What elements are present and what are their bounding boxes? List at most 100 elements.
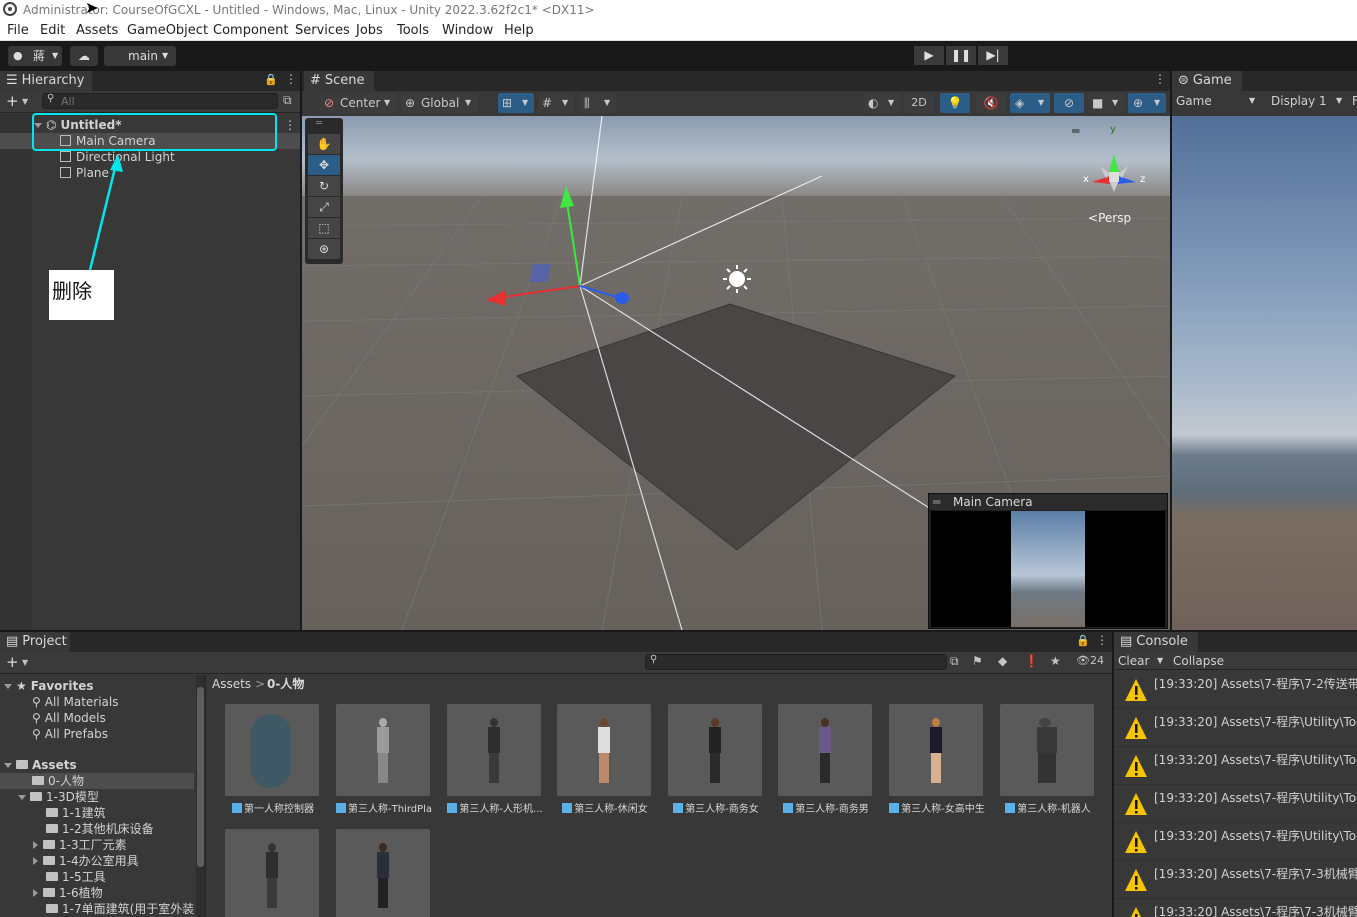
lighting-toggle[interactable]: 💡 xyxy=(940,93,970,113)
cloud-button[interactable]: ☁ xyxy=(70,46,98,66)
camera-dropdown[interactable]: ■ ▼ xyxy=(1088,93,1124,113)
tree-folder-item[interactable]: 1-3工厂元素 xyxy=(33,837,127,853)
asset-item[interactable]: 第三人称-休闲女 xyxy=(557,704,653,815)
free-aspect-dropdown[interactable]: F xyxy=(1352,91,1357,111)
audio-toggle[interactable]: 🔇 xyxy=(976,93,1006,113)
account-dropdown[interactable]: ● 蔣 ▼ xyxy=(8,46,62,66)
project-search[interactable]: ⚲ xyxy=(645,654,947,670)
console-message[interactable]: [19:33:20] Assets\7-程序\Utility\Too xyxy=(1114,747,1357,785)
scrollbar-thumb[interactable] xyxy=(197,687,204,867)
collapsed-arrow-icon[interactable] xyxy=(33,841,38,849)
tree-folder-item[interactable]: 1-2其他机床设备 xyxy=(46,821,154,837)
chevron-down-icon[interactable]: ▼ xyxy=(1336,91,1342,111)
pivot-dropdown[interactable]: ⊘ Center ▼ xyxy=(320,93,396,113)
chevron-down-icon[interactable]: ▼ xyxy=(1157,652,1163,670)
favorite-item[interactable]: ⚲ All Models xyxy=(32,710,106,726)
hidden-objects-toggle[interactable]: ⊘ xyxy=(1054,93,1084,113)
tree-folder-item[interactable]: 1-5工具 xyxy=(46,869,106,885)
more-options-icon[interactable]: ⋮ xyxy=(1096,633,1108,647)
hierarchy-search-input[interactable] xyxy=(61,94,271,108)
tree-folder-item[interactable]: 0-人物 xyxy=(0,773,194,789)
chevron-down-icon[interactable]: ▼ xyxy=(22,97,28,106)
expand-arrow-icon[interactable] xyxy=(18,795,26,800)
step-button[interactable]: ▶| xyxy=(978,46,1008,65)
pause-button[interactable]: ❚❚ xyxy=(946,46,976,65)
branch-dropdown[interactable]: main ▼ xyxy=(104,46,176,66)
menu-services[interactable]: Services xyxy=(295,23,350,38)
add-icon[interactable]: + xyxy=(6,92,19,110)
hidden-count[interactable]: 👁24 xyxy=(1076,654,1104,667)
menu-assets[interactable]: Assets xyxy=(76,23,118,38)
display-dropdown[interactable]: Display 1 xyxy=(1271,91,1327,111)
add-icon[interactable]: + xyxy=(6,653,19,671)
breadcrumb-assets[interactable]: Assets xyxy=(212,675,251,693)
chevron-down-icon[interactable]: ▼ xyxy=(22,658,28,667)
snap-toggle[interactable]: ⊞ ▼ xyxy=(498,93,534,113)
asset-item[interactable]: 第三人称-机器人 xyxy=(1000,704,1096,815)
space-dropdown[interactable]: ⊕ Global ▼ xyxy=(401,93,477,113)
label-icon[interactable]: ◆ xyxy=(998,654,1007,668)
tree-folder-item[interactable]: 1-6植物 xyxy=(33,885,103,901)
transform-tool[interactable]: ⊛ xyxy=(308,239,340,259)
more-options-icon[interactable]: ⋮ xyxy=(285,72,297,86)
collapsed-arrow-icon[interactable] xyxy=(33,857,38,865)
hierarchy-search[interactable]: ⚲ xyxy=(42,93,278,109)
asset-item[interactable]: 第三人称-ThirdPla... xyxy=(336,704,432,815)
shading-mode-dropdown[interactable]: ◐ ▼ xyxy=(864,93,900,113)
tab-console[interactable]: ▤ Console xyxy=(1114,632,1198,652)
expand-arrow-icon[interactable] xyxy=(4,763,12,768)
console-message[interactable]: [19:33:20] Assets\7-程序\Utility\Too xyxy=(1114,785,1357,823)
expand-arrow-icon[interactable] xyxy=(4,684,12,689)
menu-component[interactable]: Component xyxy=(213,23,288,38)
move-tool[interactable]: ✥ xyxy=(308,155,340,175)
menu-jobs[interactable]: Jobs xyxy=(356,23,383,38)
lock-icon[interactable]: 🔒 xyxy=(1076,634,1090,647)
tree-folder-item[interactable]: 1-4办公室用具 xyxy=(33,853,139,869)
tab-game[interactable]: ⊜ Game xyxy=(1172,71,1242,91)
gizmos-toggle[interactable]: ⊕ ▼ xyxy=(1128,93,1166,113)
assets-header[interactable]: Assets xyxy=(4,757,77,773)
tab-project[interactable]: ▤ Project xyxy=(0,632,70,652)
tree-folder-item[interactable]: 1-1建筑 xyxy=(46,805,106,821)
filter-by-type-icon[interactable]: ⚑ xyxy=(972,654,983,668)
favorite-item[interactable]: ⚲ All Prefabs xyxy=(32,726,108,742)
projection-label[interactable]: <Persp xyxy=(1088,211,1131,225)
console-message[interactable]: [19:33:20] Assets\7-程序\7-2传送带\ xyxy=(1114,671,1357,709)
scene-visibility-icon[interactable]: ⧉ xyxy=(283,93,292,108)
console-message[interactable]: [19:33:20] Assets\7-程序\Utility\Too xyxy=(1114,709,1357,747)
increment-snap-button[interactable]: ⫼ ▼ xyxy=(580,93,616,113)
hand-tool[interactable]: ✋ xyxy=(308,134,340,154)
menu-window[interactable]: Window xyxy=(442,23,493,38)
favorites-header[interactable]: ★ Favorites xyxy=(4,678,93,694)
toggle-2d-button[interactable]: 2D xyxy=(904,93,934,113)
warning-filter-icon[interactable]: ❗ xyxy=(1024,654,1039,668)
chevron-down-icon[interactable]: ▼ xyxy=(1249,91,1255,111)
breadcrumb-current[interactable]: 0-人物 xyxy=(267,675,304,693)
tree-scrollbar[interactable] xyxy=(196,675,205,917)
collapsed-arrow-icon[interactable] xyxy=(33,889,38,897)
menu-file[interactable]: File xyxy=(7,23,29,38)
star-icon[interactable]: ★ xyxy=(1050,654,1061,668)
menu-gameobject[interactable]: GameObject xyxy=(127,23,208,38)
asset-item[interactable] xyxy=(225,829,321,917)
menu-edit[interactable]: Edit xyxy=(40,23,65,38)
more-options-icon[interactable]: ⋮ xyxy=(284,117,296,133)
effects-toggle[interactable]: ◈ ▼ xyxy=(1010,93,1050,113)
scale-tool[interactable]: ⤢ xyxy=(308,197,340,217)
drag-handle-icon[interactable]: ═ xyxy=(933,494,940,510)
search-by-type-icon[interactable]: ⧉ xyxy=(950,654,959,669)
lock-icon[interactable]: 🔒 xyxy=(264,73,278,86)
game-view-render[interactable] xyxy=(1172,116,1357,630)
favorite-item[interactable]: ⚲ All Materials xyxy=(32,694,119,710)
console-message[interactable]: [19:33:20] Assets\7-程序\Utility\Too xyxy=(1114,823,1357,861)
rect-tool[interactable]: ⬚ xyxy=(308,218,340,238)
tree-folder-item[interactable]: 1-7单面建筑(用于室外装 xyxy=(46,901,194,917)
console-message[interactable]: [19:33:20] Assets\7-程序\7-3机械臂\ xyxy=(1114,861,1357,899)
asset-item[interactable]: 第三人称-人形机... xyxy=(447,704,543,815)
grid-toggle[interactable]: # ▼ xyxy=(538,93,574,113)
tab-hierarchy[interactable]: ☰ Hierarchy xyxy=(0,71,92,91)
asset-item[interactable] xyxy=(336,829,432,917)
menu-help[interactable]: Help xyxy=(504,23,534,38)
menu-tools[interactable]: Tools xyxy=(397,23,429,38)
tree-folder-item[interactable]: 1-3D模型 xyxy=(18,789,99,805)
